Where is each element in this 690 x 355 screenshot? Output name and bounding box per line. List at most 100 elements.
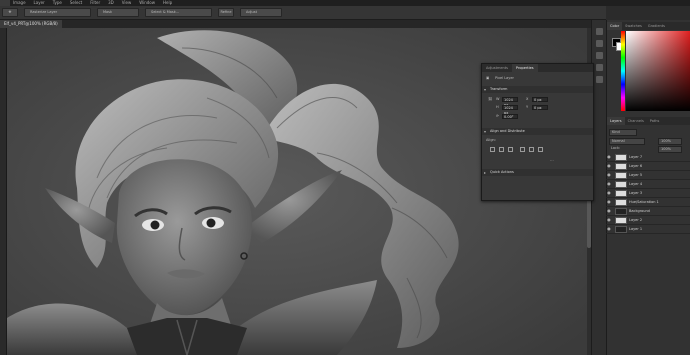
character-icon[interactable] [596, 52, 603, 59]
layer-type-label: Pixel Layer [495, 76, 514, 80]
layer-row[interactable]: ● Layer 7 [606, 153, 690, 162]
align-center-icon[interactable] [499, 147, 504, 152]
layer-thumbnail [615, 180, 627, 188]
layers-panel-tabs: Layers Channels Paths [607, 117, 690, 125]
chevron-down-icon: ▾ [484, 129, 487, 134]
align-distribute-label: Align and Distribute [490, 129, 525, 133]
color-panel-tabs: Color Swatches Gradients [607, 22, 690, 30]
quick-actions-label: Quick Actions [490, 170, 514, 174]
eye-icon[interactable]: ● [606, 162, 612, 170]
eye-icon[interactable]: ● [606, 171, 612, 179]
history-icon[interactable] [596, 28, 603, 35]
layer-thumbnail [615, 162, 627, 170]
layer-row[interactable]: ● Layer 5 [606, 171, 690, 180]
x-field[interactable]: 0 px [532, 97, 548, 102]
properties-icon[interactable] [596, 40, 603, 47]
rotate-icon: ⟳ [496, 114, 499, 118]
paragraph-icon[interactable] [596, 64, 603, 71]
chevron-down-icon: ▾ [484, 87, 487, 92]
hue-slider[interactable] [621, 31, 625, 111]
fill-field[interactable]: 100% [658, 146, 682, 153]
layer-thumbnail [615, 198, 627, 206]
more-options-button[interactable]: ... [550, 157, 554, 162]
pixel-layer-icon: ▣ [486, 76, 490, 80]
layer-name: Layer 7 [629, 155, 643, 159]
layer-row[interactable]: ● Layer 1 [606, 225, 690, 234]
opacity-field[interactable]: 100% [658, 138, 682, 145]
layer-row[interactable]: ● Layer 6 [606, 162, 690, 171]
eye-icon[interactable]: ● [606, 216, 612, 224]
layer-name: Hue/Saturation 1 [629, 200, 659, 204]
lock-label: Lock: [611, 146, 621, 150]
eye-icon[interactable]: ● [606, 207, 612, 215]
filter-kind-select[interactable]: Kind [609, 129, 637, 136]
eye-icon[interactable]: ● [606, 189, 612, 197]
properties-panel-tabs: Adjustments Properties [482, 64, 593, 72]
select-and-mask-button[interactable]: Select & Mask... [145, 8, 212, 17]
layer-name: Layer 5 [629, 173, 643, 177]
mask-button[interactable]: Mask [97, 8, 139, 17]
quick-actions-section-header[interactable]: ▸ Quick Actions [482, 169, 593, 176]
align-right-icon[interactable] [508, 147, 513, 152]
layer-thumbnail [615, 153, 627, 161]
x-label: X [526, 97, 529, 101]
refine-button[interactable]: Refine [218, 8, 234, 17]
width-field[interactable]: 1024 px [502, 97, 518, 107]
align-label: Align: [486, 138, 496, 142]
transform-label: Transform [490, 87, 508, 91]
document-tab-strip [0, 20, 606, 28]
tab-paths[interactable]: Paths [647, 117, 663, 125]
w-label: W [496, 97, 500, 101]
height-field[interactable]: 1024 px [502, 105, 518, 115]
eye-icon[interactable]: ● [606, 198, 612, 206]
eye-icon[interactable]: ● [606, 225, 612, 233]
tab-properties[interactable]: Properties [511, 64, 538, 72]
y-field[interactable]: 0 px [532, 105, 548, 110]
layer-name: Layer 3 [629, 191, 643, 195]
layer-row[interactable]: ● Layer 4 [606, 180, 690, 189]
eye-icon[interactable]: ● [606, 180, 612, 188]
adjust-button[interactable]: Adjust [240, 8, 282, 17]
y-label: Y [526, 105, 529, 109]
chevron-right-icon: ▸ [484, 170, 487, 175]
layers-controls: Kind Normal 100% Lock: 100% [606, 126, 690, 153]
tab-gradients[interactable]: Gradients [645, 22, 668, 30]
layer-row[interactable]: ● Hue/Saturation 1 [606, 198, 690, 207]
align-section-header[interactable]: ▾ Align and Distribute [482, 128, 593, 135]
layer-name: Layer 2 [629, 218, 643, 222]
layer-row[interactable]: ● Layer 2 [606, 216, 690, 225]
layer-thumbnail [615, 207, 627, 215]
tools-panel [0, 28, 7, 355]
tab-color[interactable]: Color [607, 22, 623, 30]
layer-row[interactable]: ● Layer 3 [606, 189, 690, 198]
layer-name: Background [629, 209, 650, 213]
document-tab[interactable]: Elf_v4_PRT@100% (RGB/8) [0, 20, 62, 28]
align-left-icon[interactable] [490, 147, 495, 152]
layer-thumbnail [615, 171, 627, 179]
layer-thumbnail [615, 225, 627, 233]
tab-layers[interactable]: Layers [607, 117, 625, 125]
link-icon[interactable]: ⛓ [488, 97, 492, 101]
align-middle-icon[interactable] [529, 147, 534, 152]
tab-swatches[interactable]: Swatches [622, 22, 645, 30]
move-tool-icon[interactable]: ✥ [2, 8, 18, 17]
layer-thumbnail [615, 189, 627, 197]
options-bar: ✥ Rasterize Layer Mask Select & Mask... … [0, 6, 606, 20]
color-field[interactable] [626, 31, 690, 111]
rasterize-button[interactable]: Rasterize Layer [24, 8, 91, 17]
eye-icon[interactable]: ● [606, 153, 612, 161]
tab-adjustments[interactable]: Adjustments [482, 64, 512, 72]
blend-mode-select[interactable]: Normal [609, 138, 645, 145]
align-bottom-icon[interactable] [538, 147, 543, 152]
layer-thumbnail [615, 216, 627, 224]
layer-row[interactable]: ● Background [606, 207, 690, 216]
angle-field[interactable]: 0.00° [502, 114, 518, 119]
h-label: H [496, 105, 499, 109]
transform-section-header[interactable]: ▾ Transform [482, 86, 593, 93]
layer-name: Layer 4 [629, 182, 643, 186]
brush-icon[interactable] [596, 76, 603, 83]
tab-channels[interactable]: Channels [625, 117, 647, 125]
align-top-icon[interactable] [520, 147, 525, 152]
layer-name: Layer 1 [629, 227, 643, 231]
layer-name: Layer 6 [629, 164, 643, 168]
